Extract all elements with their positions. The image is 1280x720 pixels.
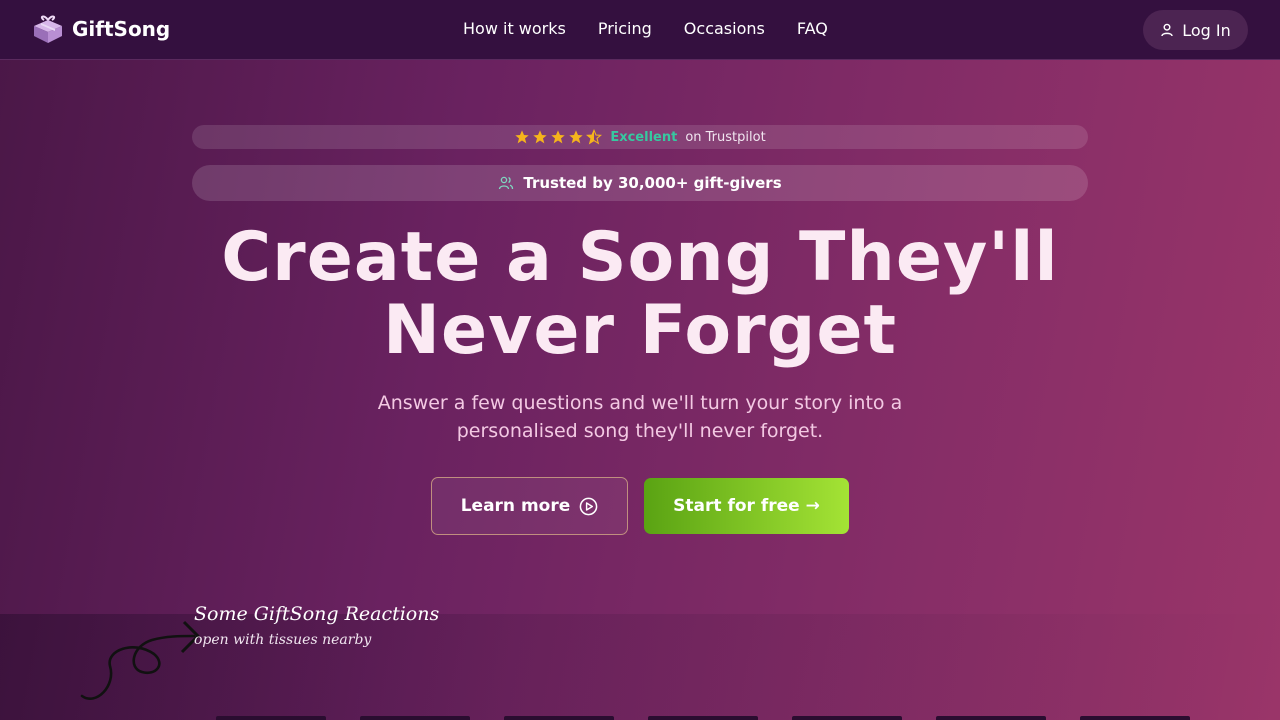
- reaction-video-thumb[interactable]: [936, 716, 1046, 720]
- top-navbar: GiftSong How it works Pricing Occasions …: [0, 0, 1280, 60]
- subtitle-line-2: personalised song they'll never forget.: [456, 420, 824, 442]
- reaction-video-thumb[interactable]: [1080, 716, 1190, 720]
- learn-more-label: Learn more: [460, 496, 571, 516]
- rating-label: Excellent: [610, 129, 678, 145]
- login-label: Log In: [1182, 20, 1231, 40]
- curly-arrow-icon: [80, 620, 200, 700]
- reaction-video-thumb[interactable]: [360, 716, 470, 720]
- main-nav: How it works Pricing Occasions FAQ: [463, 19, 828, 38]
- star-rating: [514, 129, 603, 145]
- play-circle-icon: [579, 497, 598, 515]
- brand-name: GiftSong: [72, 17, 171, 41]
- reactions-subtitle: open with tissues nearby: [194, 632, 372, 648]
- reaction-video-strip: [0, 716, 1280, 720]
- headline-line-1: Create a Song They'll: [221, 218, 1059, 297]
- start-for-free-button[interactable]: Start for free →: [644, 478, 849, 534]
- brand-logo[interactable]: GiftSong: [32, 14, 170, 44]
- star-icon: [569, 130, 583, 144]
- nav-faq[interactable]: FAQ: [797, 19, 828, 38]
- nav-occasions[interactable]: Occasions: [684, 19, 765, 38]
- trusted-by-badge: Trusted by 30,000+ gift-givers: [192, 165, 1088, 201]
- reaction-video-thumb[interactable]: [216, 716, 326, 720]
- nav-pricing[interactable]: Pricing: [598, 19, 652, 38]
- star-icon: [515, 130, 529, 144]
- users-icon: [499, 176, 514, 190]
- reactions-title: Some GiftSong Reactions: [194, 603, 440, 625]
- hero-subtitle: Answer a few questions and we'll turn yo…: [340, 389, 940, 445]
- start-label: Start for free →: [673, 496, 820, 516]
- trustpilot-rating-badge[interactable]: Excellent on Trustpilot: [192, 125, 1088, 149]
- trusted-label: Trusted by 30,000+ gift-givers: [523, 174, 782, 192]
- reaction-video-thumb[interactable]: [648, 716, 758, 720]
- star-icon: [551, 130, 565, 144]
- login-button[interactable]: Log In: [1143, 10, 1248, 50]
- rating-source: on Trustpilot: [685, 129, 766, 145]
- headline-line-2: Never Forget: [383, 291, 897, 370]
- nav-how-it-works[interactable]: How it works: [463, 19, 566, 38]
- learn-more-button[interactable]: Learn more: [431, 477, 628, 535]
- subtitle-line-1: Answer a few questions and we'll turn yo…: [377, 392, 903, 414]
- half-star-icon: [586, 129, 603, 145]
- hero-headline: Create a Song They'll Never Forget: [140, 221, 1140, 367]
- reaction-video-thumb[interactable]: [504, 716, 614, 720]
- reaction-video-thumb[interactable]: [792, 716, 902, 720]
- user-icon: [1161, 23, 1173, 37]
- gift-box-icon: [34, 15, 62, 43]
- star-icon: [533, 130, 547, 144]
